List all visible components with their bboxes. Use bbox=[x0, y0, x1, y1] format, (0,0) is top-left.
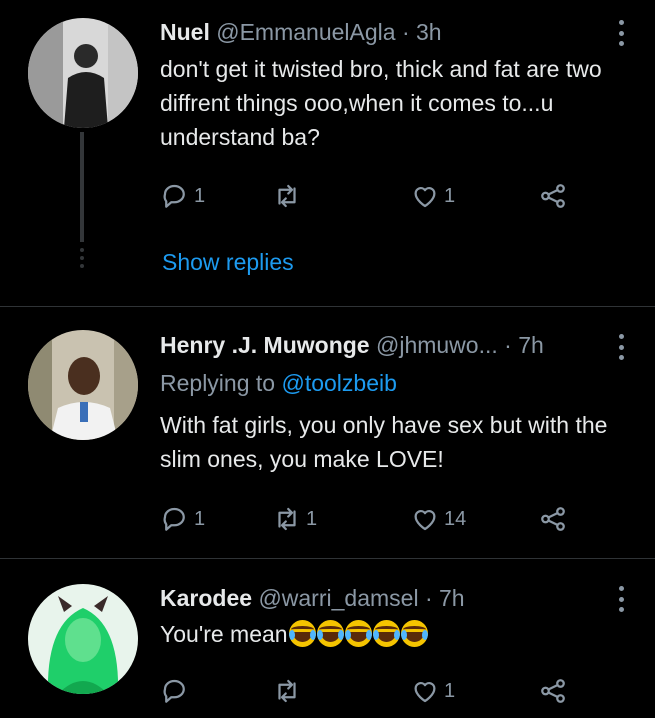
author-name[interactable]: Nuel bbox=[160, 19, 210, 45]
timestamp[interactable]: 7h bbox=[518, 332, 544, 358]
retweet-button[interactable] bbox=[272, 180, 306, 212]
avatar[interactable] bbox=[28, 584, 138, 694]
reply-button[interactable]: 1 bbox=[160, 180, 205, 212]
more-icon[interactable] bbox=[614, 334, 628, 360]
timestamp[interactable]: 7h bbox=[439, 585, 465, 611]
retweet-button[interactable] bbox=[272, 675, 306, 707]
like-count: 1 bbox=[444, 184, 456, 207]
like-button[interactable]: 14 bbox=[410, 503, 466, 535]
author-name[interactable]: Karodee bbox=[160, 585, 252, 611]
share-button[interactable] bbox=[538, 180, 568, 212]
laughing-emoji-icon bbox=[316, 620, 344, 647]
action-bar: 1 1 14 bbox=[160, 503, 590, 535]
replying-to: Replying to @toolzbeib bbox=[160, 369, 397, 397]
action-bar: 1 1 bbox=[160, 180, 590, 212]
retweet-icon bbox=[278, 507, 296, 531]
reply-icon bbox=[163, 184, 185, 208]
author-handle[interactable]: @EmmanuelAgla bbox=[216, 19, 395, 45]
laughing-emoji-icon bbox=[344, 620, 372, 647]
retweet-button[interactable]: 1 bbox=[272, 503, 317, 535]
reply-count: 1 bbox=[194, 507, 206, 530]
share-button[interactable] bbox=[538, 503, 568, 535]
author-handle[interactable]: @warri_damsel bbox=[258, 585, 418, 611]
reply-count: 1 bbox=[194, 184, 206, 207]
author-name[interactable]: Henry .J. Muwonge bbox=[160, 332, 370, 358]
replying-prefix: Replying to bbox=[160, 370, 276, 396]
avatar[interactable] bbox=[28, 18, 138, 128]
retweet-icon bbox=[278, 679, 296, 703]
thread-dots bbox=[80, 248, 84, 272]
retweet-icon bbox=[278, 184, 296, 208]
tweet-henry[interactable]: Henry .J. Muwonge @jhmuwo... · 7h Replyi… bbox=[0, 307, 655, 557]
laughing-emoji-icon bbox=[372, 620, 400, 647]
like-button[interactable]: 1 bbox=[410, 675, 455, 707]
thread-line bbox=[80, 132, 84, 242]
tweet-header: Nuel @EmmanuelAgla · 3h bbox=[160, 18, 442, 46]
avatar[interactable] bbox=[28, 330, 138, 440]
replying-to-mention[interactable]: @toolzbeib bbox=[281, 370, 396, 396]
like-count: 1 bbox=[444, 679, 456, 702]
like-icon bbox=[414, 187, 436, 208]
reply-icon bbox=[163, 507, 185, 531]
action-bar: 1 bbox=[160, 675, 590, 707]
separator: · bbox=[424, 585, 433, 611]
separator: · bbox=[504, 332, 512, 358]
laughing-emoji-icon bbox=[288, 620, 316, 647]
tweet-karodee[interactable]: Karodee @warri_damsel · 7h You're mean 1 bbox=[0, 559, 655, 718]
tweet-text: You're mean bbox=[160, 621, 288, 647]
share-button[interactable] bbox=[538, 675, 568, 707]
more-icon[interactable] bbox=[614, 586, 628, 612]
share-icon bbox=[541, 507, 565, 531]
like-icon bbox=[414, 510, 436, 531]
share-icon bbox=[541, 679, 565, 703]
timestamp[interactable]: 3h bbox=[416, 19, 442, 45]
more-icon[interactable] bbox=[614, 20, 628, 46]
tweet-nuel[interactable]: Nuel @EmmanuelAgla · 3h don't get it twi… bbox=[0, 0, 655, 305]
tweet-header: Karodee @warri_damsel · 7h bbox=[160, 584, 465, 612]
reply-button[interactable]: 1 bbox=[160, 503, 205, 535]
tweet-text: don't get it twisted bro, thick and fat … bbox=[160, 56, 602, 150]
emoji-group bbox=[288, 620, 428, 647]
reply-icon bbox=[163, 679, 185, 703]
tweet-text-wrap: You're mean bbox=[160, 617, 640, 651]
share-icon bbox=[541, 184, 565, 208]
like-button[interactable]: 1 bbox=[410, 180, 455, 212]
separator: · bbox=[401, 19, 410, 45]
laughing-emoji-icon bbox=[400, 620, 428, 647]
like-icon bbox=[414, 682, 436, 703]
tweet-header: Henry .J. Muwonge @jhmuwo... · 7h bbox=[160, 331, 544, 359]
retweet-count: 1 bbox=[306, 507, 318, 530]
show-replies-link[interactable]: Show replies bbox=[162, 248, 294, 276]
author-handle[interactable]: @jhmuwo... bbox=[376, 332, 498, 358]
tweet-text: With fat girls, you only have sex but wi… bbox=[160, 412, 608, 472]
like-count: 14 bbox=[444, 507, 467, 530]
reply-button[interactable] bbox=[160, 675, 194, 707]
